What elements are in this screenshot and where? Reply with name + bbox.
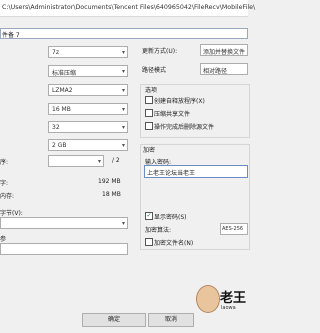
path-mode-label: 路径模式 xyxy=(142,67,167,74)
parameters-label: 参 xyxy=(0,236,7,243)
path-mode-select[interactable]: 相对路径 xyxy=(200,63,248,75)
word-size-value: 32 xyxy=(52,123,60,131)
update-mode-select[interactable]: 添加并替换文件 xyxy=(200,44,248,56)
watermark-text: 老王 xyxy=(220,291,247,306)
threads-max: / 2 xyxy=(112,157,120,164)
options-title: 选项 xyxy=(145,87,158,94)
update-mode-label: 更新方式(U): xyxy=(142,48,178,55)
path-mode-value: 相对路径 xyxy=(203,67,228,75)
solid-block-select[interactable]: 2 GB ▾ xyxy=(48,139,128,151)
password-value: 上老王论坛当老王 xyxy=(147,170,196,177)
delete-after-label: 操作完成后删除源文件 xyxy=(154,124,215,131)
dictionary-size-value: 16 MB xyxy=(52,105,71,113)
archive-name-field[interactable] xyxy=(0,28,248,39)
chevron-down-icon: ▾ xyxy=(121,123,125,131)
chevron-down-icon: ▾ xyxy=(121,219,125,227)
archive-name-value: 件备 7 xyxy=(2,32,20,39)
encryption-method-label: 加密算法: xyxy=(145,227,172,234)
shared-files-label: 压缩共享文件 xyxy=(154,111,191,118)
ok-button[interactable]: 确定 xyxy=(82,313,146,327)
decompress-memory-label: 内存: xyxy=(0,193,15,200)
chevron-down-icon: ▾ xyxy=(97,157,101,165)
compression-level-value: 标准压缩 xyxy=(52,69,77,77)
shared-files-checkbox[interactable] xyxy=(145,109,153,117)
chevron-down-icon: ▾ xyxy=(121,67,125,75)
delete-after-checkbox[interactable] xyxy=(145,122,153,130)
encryption-method-value: AES-256 xyxy=(222,225,244,232)
archive-format-select[interactable]: 7z ▾ xyxy=(48,46,128,58)
sfx-label: 创建自释放程序(X) xyxy=(154,98,205,105)
solid-block-value: 2 GB xyxy=(52,141,67,149)
encryption-method-select[interactable]: AES-256 xyxy=(220,223,248,235)
chevron-down-icon: ▾ xyxy=(121,86,125,94)
dictionary-size-select[interactable]: 16 MB ▾ xyxy=(48,103,128,115)
window-path: C:\Users\Administrator\Documents\Tencent… xyxy=(2,4,256,11)
sfx-checkbox[interactable] xyxy=(145,96,153,104)
show-password-checkbox[interactable]: ✓ xyxy=(145,212,153,220)
compression-method-value: LZMA2 xyxy=(52,86,73,94)
cancel-button[interactable]: 取消 xyxy=(148,313,194,327)
compression-method-select[interactable]: LZMA2 ▾ xyxy=(48,84,128,96)
update-mode-value: 添加并替换文件 xyxy=(203,48,246,56)
check-icon: ✓ xyxy=(146,212,152,219)
parameters-field[interactable] xyxy=(0,243,128,255)
decompress-memory-value: 18 MB xyxy=(102,191,121,198)
split-volumes-select[interactable]: ▾ xyxy=(0,217,128,229)
show-password-label: 显示密码(S) xyxy=(154,214,187,221)
chevron-down-icon: ▾ xyxy=(121,48,125,56)
split-volumes-label: 字节(V): xyxy=(0,210,23,217)
word-size-select[interactable]: 32 ▾ xyxy=(48,121,128,133)
watermark-avatar-icon xyxy=(196,285,220,313)
threads-select[interactable]: ▾ xyxy=(48,155,104,167)
archive-format-value: 7z xyxy=(52,48,59,56)
compress-memory-label: 字: xyxy=(0,180,9,187)
encrypt-names-checkbox[interactable] xyxy=(145,238,153,246)
watermark-subtext: laowa xyxy=(221,305,236,311)
compression-level-select[interactable]: 标准压缩 ▾ xyxy=(48,65,128,77)
encryption-title: 加密 xyxy=(143,147,156,154)
chevron-down-icon: ▾ xyxy=(121,141,125,149)
threads-label: 序: xyxy=(0,159,9,166)
encrypt-names-label: 加密文件名(N) xyxy=(154,240,194,247)
compress-memory-value: 192 MB xyxy=(98,178,121,185)
chevron-down-icon: ▾ xyxy=(121,105,125,113)
